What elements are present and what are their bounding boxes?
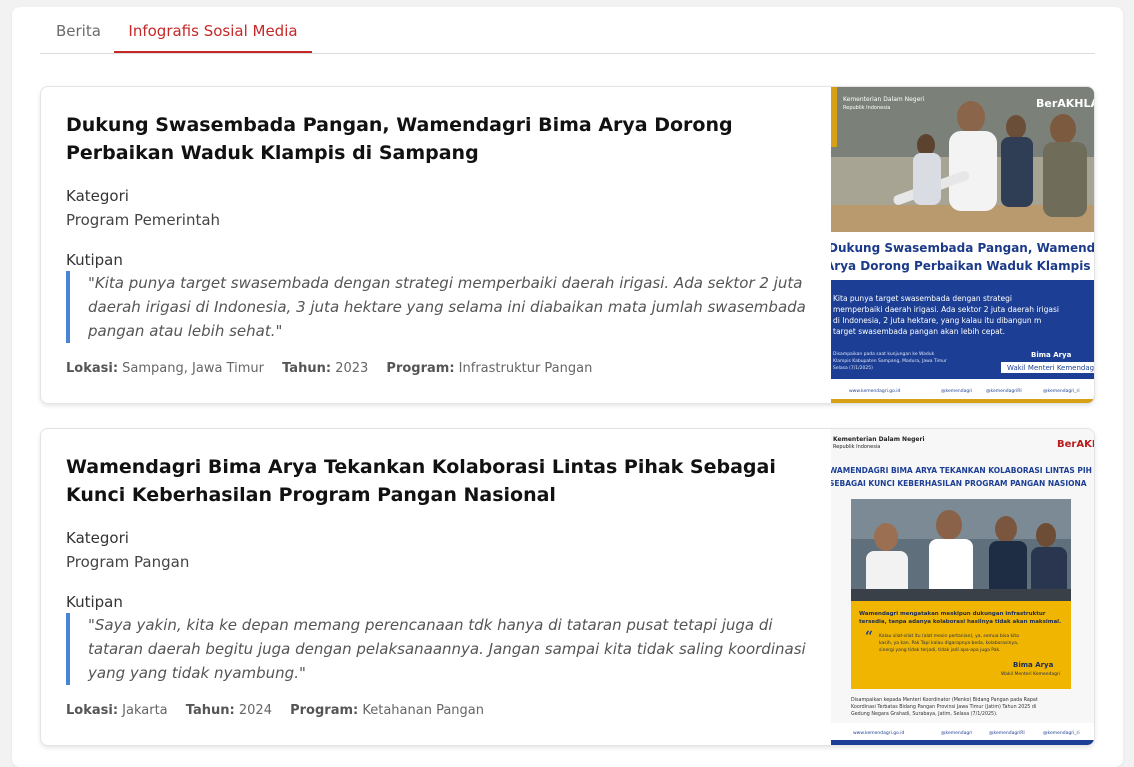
infographic-thumbnail[interactable]: Kementerian Dalam Negeri Republik Indone…: [831, 87, 1094, 403]
program-label: Program:: [386, 361, 455, 376]
image-ministry-text: Kementerian Dalam Negeri: [833, 436, 925, 443]
program-value: Ketahanan Pangan: [362, 703, 484, 718]
image-source-2: Koordinasi Terbatas Bidang Pangan Provin…: [851, 704, 1036, 710]
kutipan-label: Kutipan: [66, 251, 123, 269]
card-meta: Lokasi: Jakarta Tahun: 2024 Program: Ket…: [66, 703, 484, 718]
tahun-value: 2024: [238, 703, 272, 718]
infographic-thumbnail[interactable]: Kementerian Dalam Negeri Republik Indone…: [831, 429, 1094, 745]
image-source-3: Selasa (7/1/2025): [833, 365, 873, 371]
image-speaker-role: Wakil Menteri Kemendagri: [1007, 364, 1094, 372]
kategori-value: Program Pemerintah: [66, 211, 221, 229]
image-quote-4: target swasembada pangan akan lebih cepa…: [833, 327, 1005, 336]
image-footer-fb: @kemendagri_ri: [1043, 730, 1080, 736]
lokasi-label: Lokasi:: [66, 703, 119, 718]
tab-berita[interactable]: Berita: [56, 7, 101, 54]
image-footer-x: @kemendagri: [941, 730, 972, 736]
kutipan-quote: "Saya yakin, kita ke depan memang perenc…: [66, 613, 811, 685]
image-footer-web: www.kemendagri.go.id: [853, 730, 904, 736]
image-ministry-text: Kementerian Dalam Negeri: [843, 96, 925, 103]
lokasi-value: Jakarta: [122, 703, 168, 718]
tahun-label: Tahun:: [282, 361, 332, 376]
image-footer-x: @kemendagri: [941, 388, 972, 394]
image-box-2: tersedia, tanpa adanya kolaborasi hasiln…: [859, 619, 1061, 625]
infographic-card[interactable]: Dukung Swasembada Pangan, Wamendagri Bim…: [40, 86, 1095, 404]
image-source-1: Disampaikan pada saat kunjungan ke Waduk: [833, 351, 935, 357]
card-title[interactable]: Wamendagri Bima Arya Tekankan Kolaborasi…: [66, 453, 811, 509]
lokasi-value: Sampang, Jawa Timur: [122, 361, 264, 376]
image-footer-fb: @kemendagri_ri: [1043, 388, 1080, 394]
infographic-card[interactable]: Wamendagri Bima Arya Tekankan Kolaborasi…: [40, 428, 1095, 746]
infographic-image: Kementerian Dalam Negeri Republik Indone…: [831, 429, 1094, 745]
image-brand-text: BerAKHLAK: [1057, 439, 1094, 450]
infographic-image: Kementerian Dalam Negeri Republik Indone…: [831, 87, 1094, 403]
image-quote-1: Kita punya target swasembada dengan stra…: [833, 294, 1012, 303]
image-brand-text: BerAKHLAK: [1036, 97, 1094, 110]
program-label: Program:: [290, 703, 359, 718]
quote-mark-icon: “: [865, 629, 873, 645]
image-quote-2: memperbaiki daerah irigasi. Ada sektor 2…: [833, 305, 1059, 314]
image-box-quote-2: kasih, ya kan. Pak Tapi kalau digarapnya…: [879, 640, 1018, 646]
image-republic-text: Republik Indonesia: [843, 105, 890, 111]
kutipan-quote: "Kita punya target swasembada dengan str…: [66, 271, 811, 343]
card-title[interactable]: Dukung Swasembada Pangan, Wamendagri Bim…: [66, 111, 811, 167]
kategori-label: Kategori: [66, 529, 129, 547]
image-quote-3: di Indonesia, 2 juta hektare, yang kalau…: [833, 316, 1041, 325]
image-headline-1: WAMENDAGRI BIMA ARYA TEKANKAN KOLABORASI…: [831, 466, 1092, 475]
image-footer-web: www.kemendagri.go.id: [849, 388, 900, 394]
image-speaker: Bima Arya: [1013, 661, 1054, 669]
image-source-3: Gedung Negara Grahadi, Surabaya, Jatim, …: [851, 711, 998, 717]
tahun-label: Tahun:: [185, 703, 235, 718]
image-headline-2: SEBAGAI KUNCI KEBERHASILAN PROGRAM PANGA…: [831, 479, 1087, 488]
image-box-quote-1: Kalau silat-silat itu (alat mesin pertan…: [879, 633, 1019, 639]
tab-infografis-sosial-media[interactable]: Infografis Sosial Media: [114, 7, 312, 53]
image-headline-1: Dukung Swasembada Pangan, Wamendagri Bim…: [831, 241, 1094, 255]
image-source-2: Klampis Kabupaten Sampang, Madura, Jawa …: [833, 358, 947, 364]
kategori-label: Kategori: [66, 187, 129, 205]
tab-bar: Berita Infografis Sosial Media: [40, 7, 1095, 54]
tahun-value: 2023: [335, 361, 369, 376]
image-box-1: Wamendagri mengatakan meskipun dukungan …: [859, 611, 1046, 617]
image-republic-text: Republik Indonesia: [833, 444, 880, 450]
content-panel: Berita Infografis Sosial Media Dukung Sw…: [12, 7, 1123, 767]
image-box-quote-3: sinergi yang tidak terjadi, tidak jadi a…: [879, 647, 1001, 653]
kategori-value: Program Pangan: [66, 553, 190, 571]
card-meta: Lokasi: Sampang, Jawa Timur Tahun: 2023 …: [66, 361, 592, 376]
image-headline-2: Arya Dorong Perbaikan Waduk Klampis di S…: [831, 259, 1094, 273]
image-source-1: Disampaikan kepada Menteri Koordinator (…: [851, 697, 1038, 703]
image-footer-yt: @kemendagriRI: [986, 388, 1022, 394]
program-value: Infrastruktur Pangan: [458, 361, 593, 376]
kutipan-label: Kutipan: [66, 593, 123, 611]
image-speaker: Bima Arya: [1031, 351, 1072, 359]
image-speaker-role: Wakil Menteri Kemendagri: [1001, 671, 1060, 677]
image-footer-yt: @kemendagriRI: [989, 730, 1025, 736]
lokasi-label: Lokasi:: [66, 361, 119, 376]
